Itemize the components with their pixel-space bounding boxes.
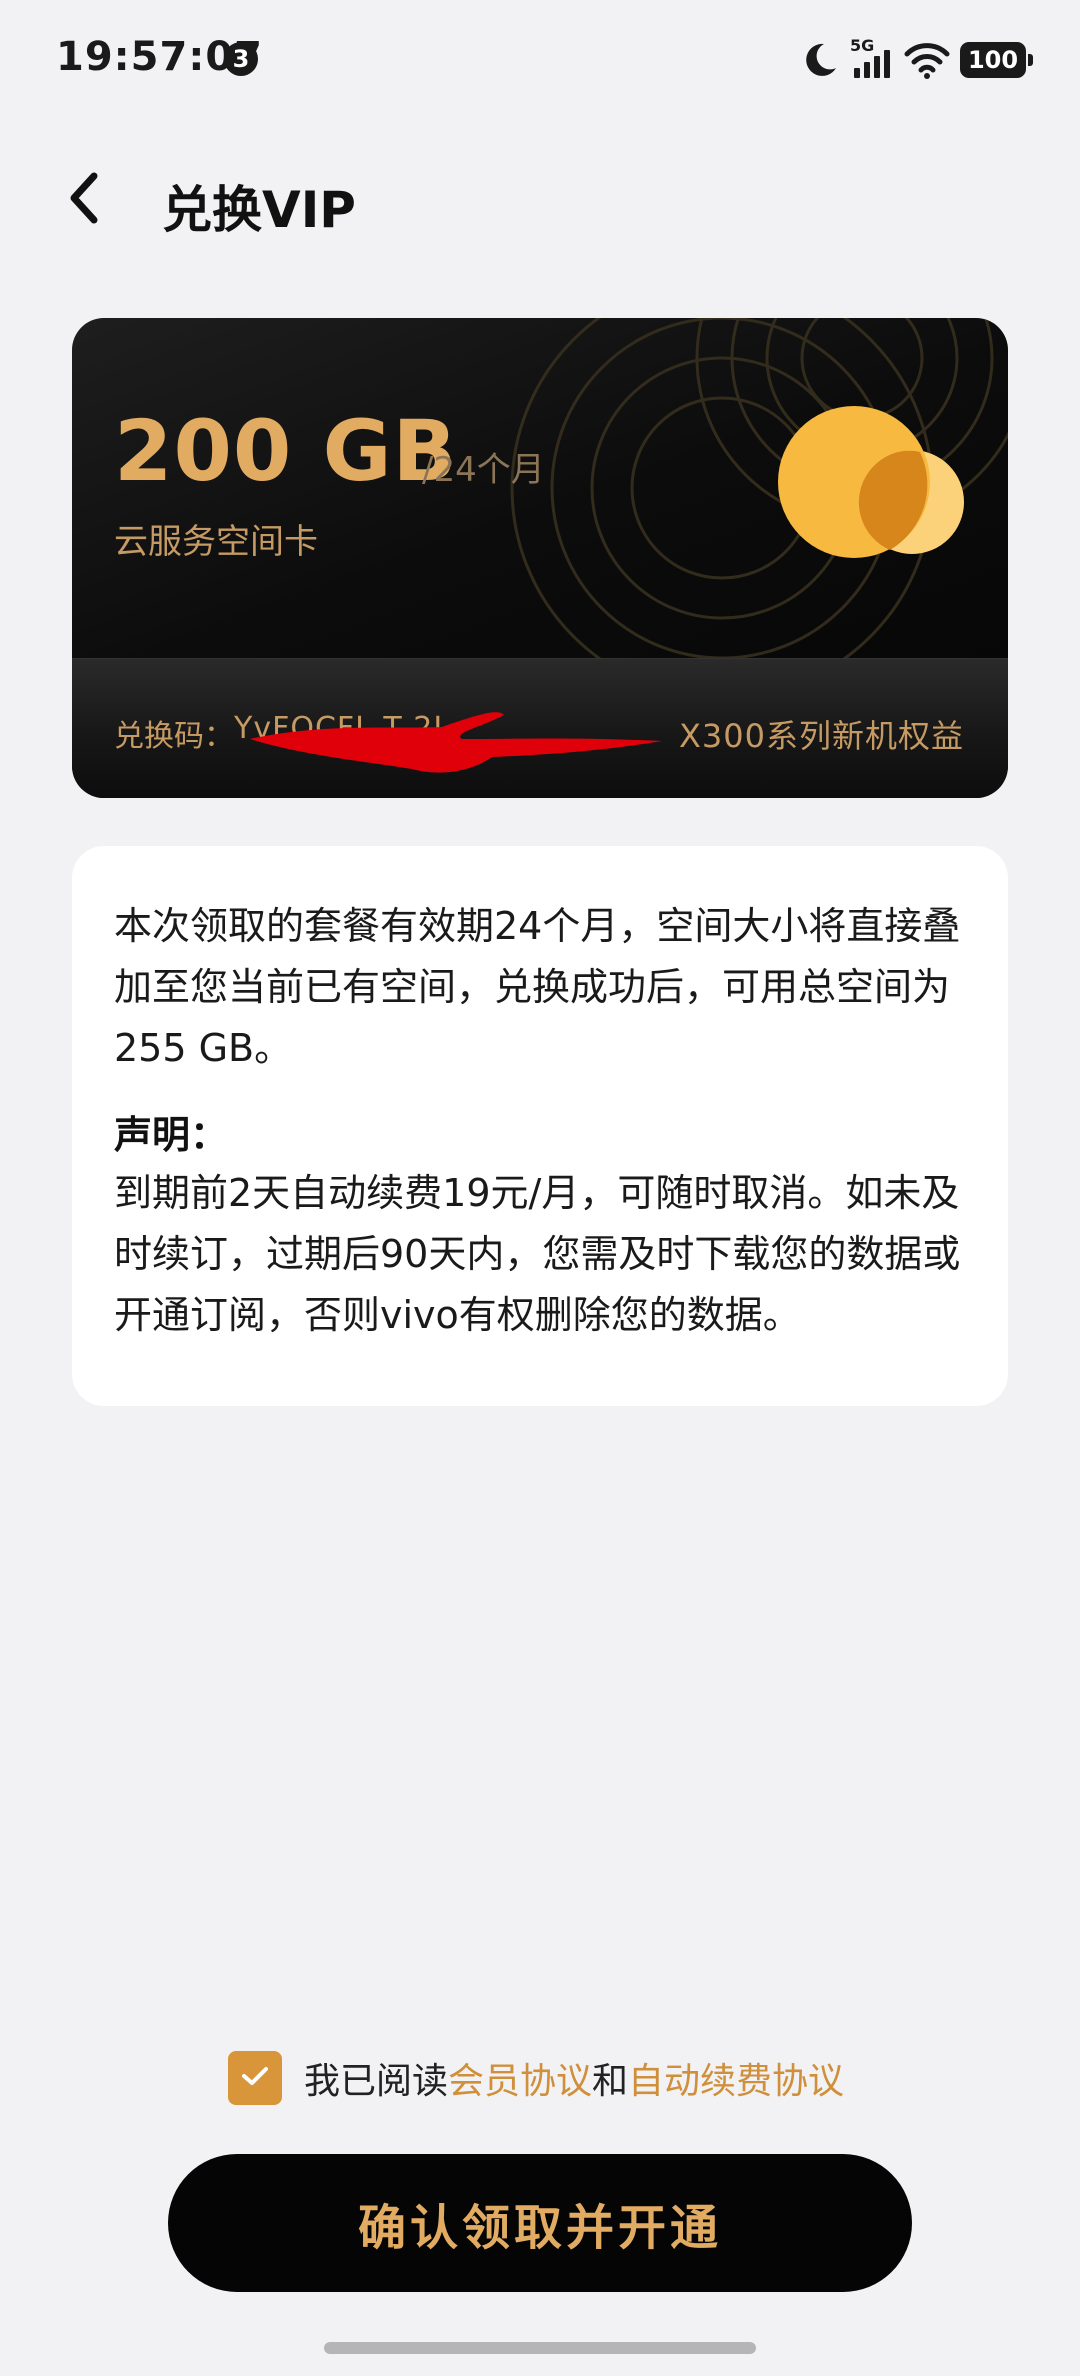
page-title: 兑换VIP: [162, 181, 356, 239]
member-agreement-link[interactable]: 会员协议: [448, 2052, 592, 2104]
declaration-text: 到期前2天自动续费19元/月，可随时取消。如未及时续订，过期后90天内，您需及时…: [114, 1171, 961, 1337]
agreement-checkbox[interactable]: [228, 2051, 282, 2105]
signal-icon: 5G: [850, 36, 894, 82]
card-footer: 兑换码： YvFOCFL T 2L X300系列新机权益: [72, 658, 1008, 798]
wifi-icon: [904, 40, 950, 80]
notification-count-badge: 3: [224, 42, 258, 76]
cloud-space-card: 200 GB /24个月 云服务空间卡 兑换码： YvFOCFL T 2L X3…: [72, 318, 1008, 798]
package-description: 本次领取的套餐有效期24个月，空间大小将直接叠加至您当前已有空间，兑换成功后，可…: [114, 904, 961, 1070]
benefit-tag: X300系列新机权益: [678, 717, 964, 755]
redeem-code-label: 兑换码：: [114, 719, 234, 754]
declaration-title: 声明：: [114, 1113, 229, 1157]
back-button[interactable]: [52, 168, 116, 232]
agreement-row: 我已阅读 会员协议 和 自动续费协议: [228, 2050, 844, 2106]
page-header: 兑换VIP: [0, 150, 1080, 250]
cloud-icon: [772, 404, 972, 568]
status-bar: 19:57:07 3 5G 100: [0, 0, 1080, 120]
agreement-conjunction: 和: [592, 2061, 629, 2102]
confirm-redeem-button[interactable]: 确认领取并开通: [168, 2154, 912, 2292]
redaction-mark: [250, 712, 662, 773]
battery-indicator: 100: [960, 42, 1033, 78]
card-storage-amount: 200 GB: [114, 402, 458, 500]
card-subtitle: 云服务空间卡: [114, 522, 318, 562]
card-period: /24个月: [422, 450, 545, 490]
home-indicator[interactable]: [324, 2342, 756, 2354]
info-panel: 本次领取的套餐有效期24个月，空间大小将直接叠加至您当前已有空间，兑换成功后，可…: [72, 846, 1008, 1406]
auto-renew-agreement-link[interactable]: 自动续费协议: [628, 2052, 844, 2104]
agreement-prefix: 我已阅读: [304, 2061, 449, 2102]
status-icons: 5G 100: [800, 36, 1033, 84]
screen: 19:57:07 3 5G 100 兑换VIP 200 GB /24个月 云服务…: [0, 0, 1080, 2376]
chevron-left-icon: [64, 172, 104, 228]
check-icon: [240, 2064, 270, 2092]
moon-icon: [800, 40, 840, 80]
